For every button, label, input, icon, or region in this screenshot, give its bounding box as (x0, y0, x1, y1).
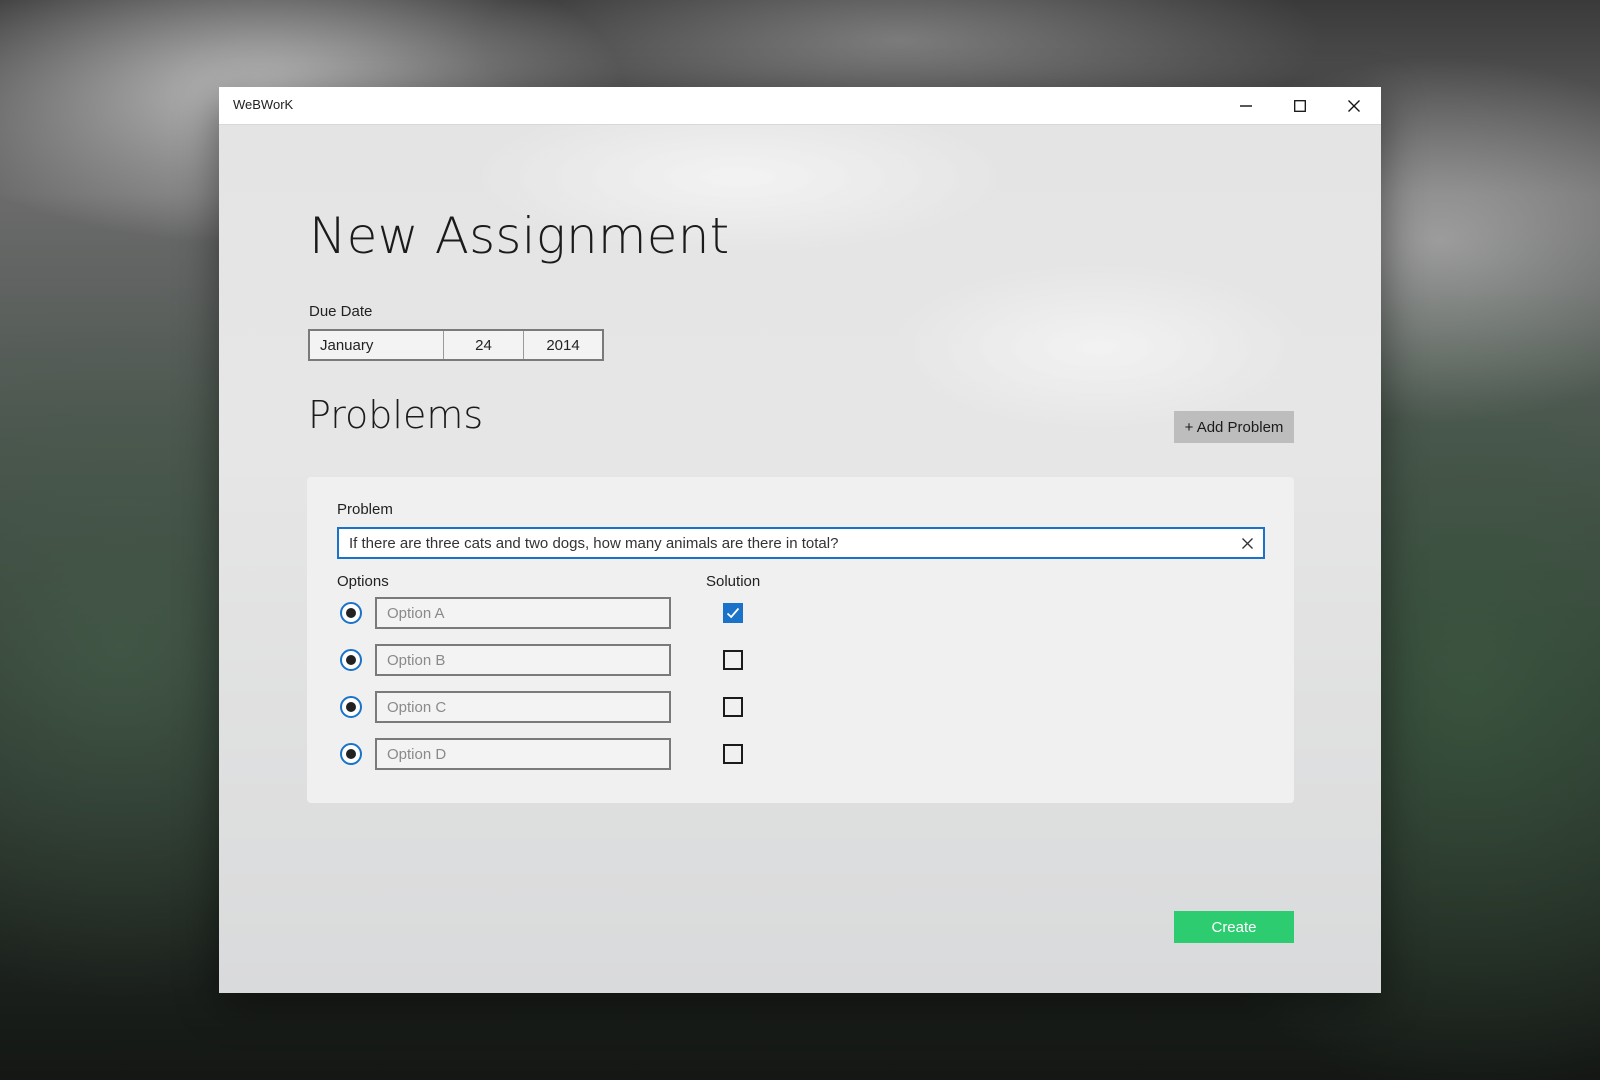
maximize-icon (1294, 99, 1306, 112)
clear-problem-button[interactable] (1231, 529, 1263, 557)
option-row-d: Option D (307, 738, 1294, 770)
checkmark-icon (726, 607, 740, 619)
solution-checkbox[interactable] (723, 650, 743, 670)
problem-card: Problem If there are three cats and two … (307, 477, 1294, 803)
option-row-a: Option A (307, 597, 1294, 629)
options-label: Options (337, 573, 389, 590)
radio-dot (346, 655, 356, 665)
problem-input[interactable]: If there are three cats and two dogs, ho… (337, 527, 1265, 559)
option-row-b: Option B (307, 644, 1294, 676)
app-title: WeBWorK (233, 97, 294, 112)
option-radio[interactable] (340, 696, 362, 718)
clear-icon (1241, 537, 1253, 549)
page-title: New Assignment (309, 207, 730, 265)
problem-text[interactable]: If there are three cats and two dogs, ho… (339, 535, 1231, 552)
option-radio[interactable] (340, 743, 362, 765)
option-input[interactable]: Option D (375, 738, 671, 770)
option-input[interactable]: Option C (375, 691, 671, 723)
app-window: WeBWorK New Assignment Due Date January … (219, 87, 1381, 993)
option-input[interactable]: Option B (375, 644, 671, 676)
minimize-icon (1240, 104, 1252, 107)
option-radio[interactable] (340, 649, 362, 671)
maximize-button[interactable] (1273, 87, 1327, 124)
due-date-year[interactable]: 2014 (524, 331, 602, 359)
minimize-button[interactable] (1219, 87, 1273, 124)
option-row-c: Option C (307, 691, 1294, 723)
radio-dot (346, 702, 356, 712)
due-date-picker[interactable]: January 24 2014 (308, 329, 604, 361)
due-date-label: Due Date (309, 303, 373, 320)
add-problem-button[interactable]: + Add Problem (1174, 411, 1294, 443)
solution-checkbox[interactable] (723, 744, 743, 764)
solution-checkbox[interactable] (723, 603, 743, 623)
title-bar[interactable]: WeBWorK (219, 87, 1381, 125)
due-date-month[interactable]: January (310, 331, 444, 359)
solution-label: Solution (706, 573, 761, 590)
problem-label: Problem (337, 501, 393, 518)
create-button[interactable]: Create (1174, 911, 1294, 943)
solution-checkbox[interactable] (723, 697, 743, 717)
close-button[interactable] (1327, 87, 1381, 124)
problems-heading: Problems (308, 393, 484, 437)
option-input[interactable]: Option A (375, 597, 671, 629)
radio-dot (346, 608, 356, 618)
radio-dot (346, 749, 356, 759)
option-radio[interactable] (340, 602, 362, 624)
due-date-day[interactable]: 24 (444, 331, 524, 359)
close-icon (1348, 99, 1360, 112)
